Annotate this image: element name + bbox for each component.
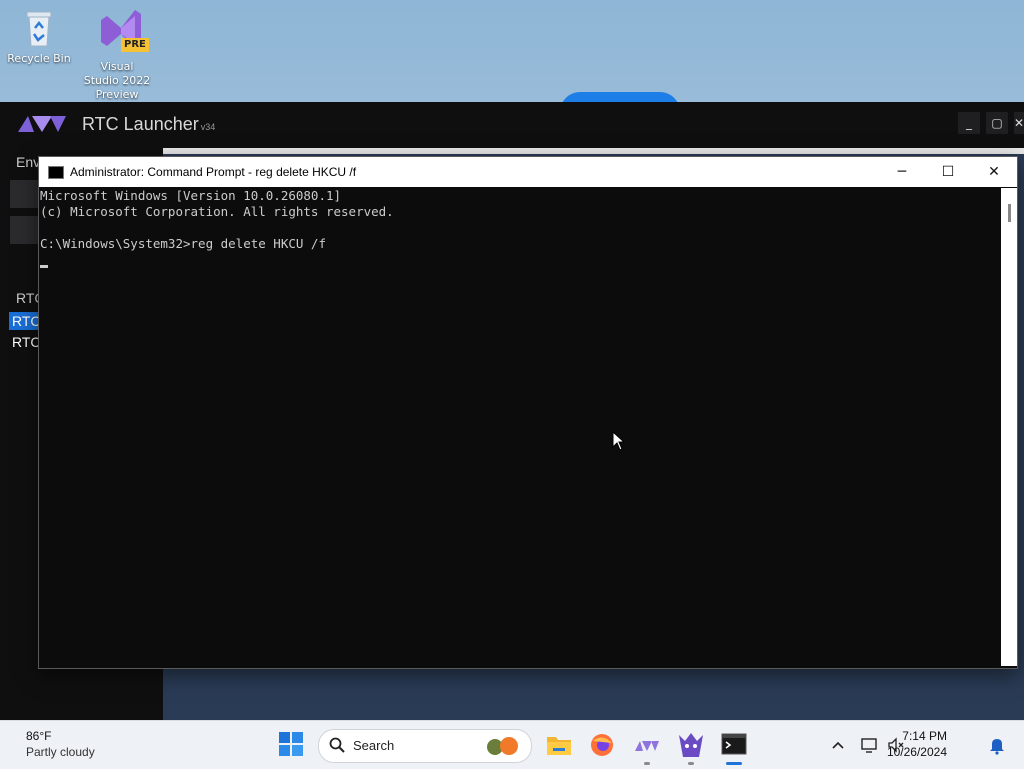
desktop-icon-visual-studio[interactable]: PRE Visual Studio 2022 Preview [82, 6, 152, 102]
rtc-close-button[interactable]: ✕ [1014, 112, 1024, 134]
console-line: C:\Windows\System32>reg delete HKCU /f [40, 236, 326, 251]
rtc-logo-icon [18, 112, 68, 138]
taskbar: 86°F Partly cloudy Search 7:14 PM 10/26/… [0, 720, 1024, 769]
preview-badge: PRE [121, 38, 149, 52]
firefox-icon[interactable] [588, 731, 616, 759]
console-cursor-line [40, 252, 1000, 268]
game-app-icon[interactable] [677, 731, 705, 759]
console-line: Microsoft Windows [Version 10.0.26080.1] [40, 188, 342, 203]
rtc-side-button[interactable] [10, 216, 38, 244]
rtc-version: v34 [200, 122, 216, 132]
command-prompt-window[interactable]: Administrator: Command Prompt - reg dele… [38, 156, 1018, 669]
chevron-up-icon[interactable] [828, 735, 848, 755]
running-indicator [688, 762, 694, 765]
rtc-launcher-icon[interactable] [633, 731, 661, 759]
taskbar-search-box[interactable]: Search [318, 729, 532, 763]
mouse-pointer-icon [612, 430, 626, 455]
desktop-icon-recycle-bin[interactable]: Recycle Bin [4, 8, 74, 66]
cmd-console-output[interactable]: Microsoft Windows [Version 10.0.26080.1]… [40, 188, 1000, 666]
text-cursor [40, 265, 48, 268]
rtc-env-label: Env [16, 154, 41, 170]
cmd-window-title: Administrator: Command Prompt - reg dele… [70, 165, 357, 179]
notification-bell-icon[interactable] [987, 735, 1007, 755]
search-highlight-icon [483, 735, 523, 761]
console-line: (c) Microsoft Corporation. All rights re… [40, 204, 394, 219]
cmd-app-icon [48, 166, 64, 179]
network-icon[interactable] [860, 735, 880, 755]
cmd-close-button[interactable]: ✕ [971, 157, 1017, 187]
cmd-minimize-button[interactable]: ─ [879, 157, 925, 187]
clock-time: 7:14 PM [902, 729, 947, 743]
cmd-title-bar[interactable]: Administrator: Command Prompt - reg dele… [39, 157, 1017, 187]
rtc-maximize-button[interactable]: ▢ [986, 112, 1008, 134]
rtc-side-button[interactable] [10, 180, 38, 208]
clock-date: 10/26/2024 [886, 745, 947, 759]
recycle-bin-icon [19, 8, 59, 48]
active-window-indicator [726, 762, 742, 765]
start-icon[interactable] [278, 731, 306, 759]
cmd-maximize-button[interactable]: ☐ [925, 157, 971, 187]
cmd-scrollbar-thumb[interactable] [1008, 204, 1011, 222]
rtc-app-title: RTC Launcher v34 [82, 114, 216, 134]
visual-studio-icon: PRE [97, 6, 149, 56]
desktop-icon-label: Recycle Bin [7, 52, 71, 65]
running-indicator [644, 762, 650, 765]
search-label: Search [353, 738, 395, 753]
rtc-content-header [163, 148, 1024, 154]
weather-widget[interactable]: 86°F Partly cloudy [0, 721, 120, 769]
terminal-icon[interactable] [721, 731, 749, 759]
clock[interactable]: 7:14 PM 10/26/2024 [887, 721, 990, 769]
weather-temperature: 86°F [26, 729, 52, 743]
cmd-scrollbar[interactable] [1001, 188, 1017, 666]
search-icon [329, 737, 345, 757]
desktop-icon-label: Visual Studio 2022 Preview [83, 60, 151, 101]
weather-description: Partly cloudy [26, 745, 95, 759]
rtc-minimize-button[interactable]: _ [958, 112, 980, 134]
file-explorer-icon[interactable] [545, 731, 573, 759]
